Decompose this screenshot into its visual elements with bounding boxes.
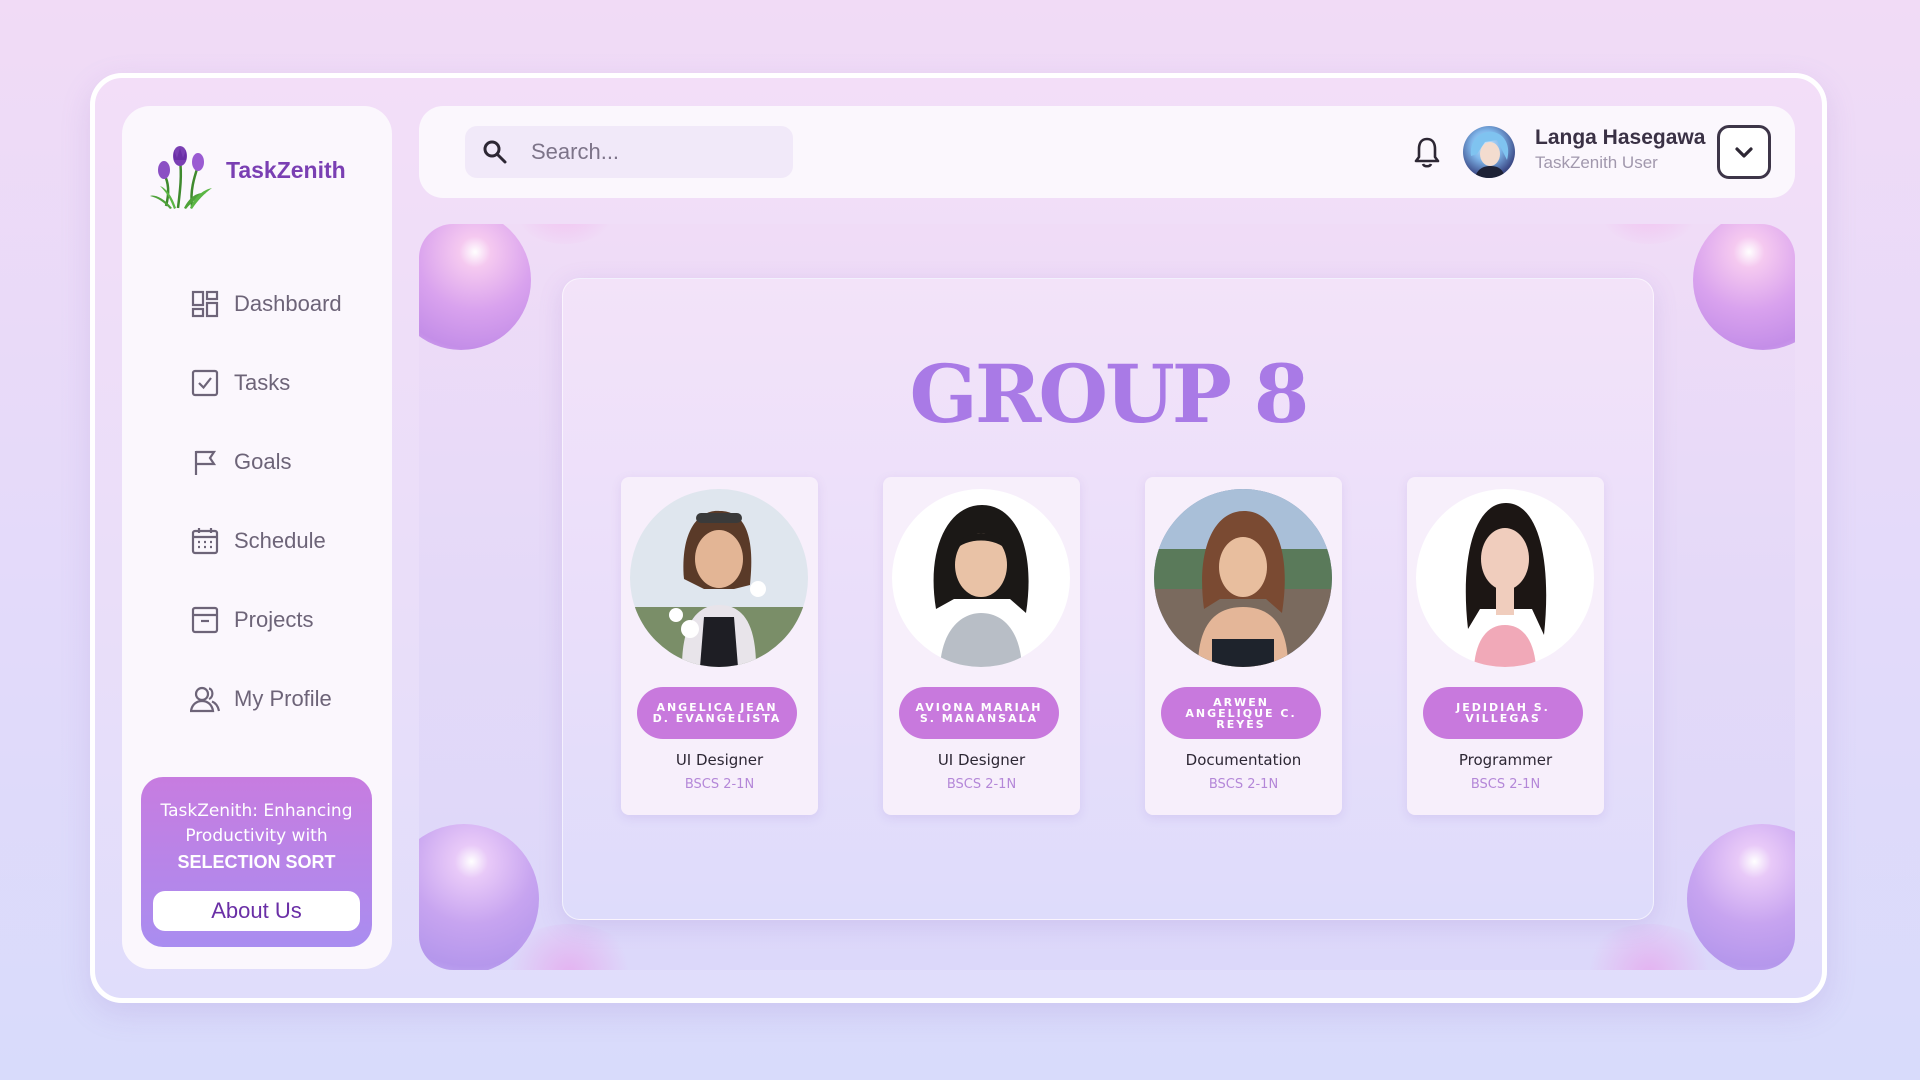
group-panel: GROUP 8 ANGELICA JEAN D. EVANGELISTA UI … (562, 278, 1654, 920)
promo-card: TaskZenith: Enhancing Productivity with … (141, 777, 372, 947)
member-card[interactable]: ANGELICA JEAN D. EVANGELISTA UI Designer… (621, 477, 818, 815)
member-photo-image (1154, 489, 1332, 667)
member-role: UI Designer (937, 751, 1026, 769)
group-title: GROUP 8 (909, 347, 1310, 441)
brand[interactable]: TaskZenith (146, 136, 346, 212)
sidebar-item-dashboard[interactable]: Dashboard (190, 284, 342, 324)
users-icon (190, 686, 220, 713)
member-section: BSCS 2-1N (1208, 777, 1279, 792)
search-icon (483, 140, 507, 164)
flag-icon (194, 450, 217, 475)
member-card[interactable]: JEDIDIAH S. VILLEGAS Programmer BSCS 2-1… (1407, 477, 1604, 815)
member-name-badge[interactable]: ARWEN ANGELIQUE C. REYES (1161, 687, 1321, 739)
promo-text-line-2: Productivity with (185, 826, 328, 846)
sidebar: TaskZenith Dashboard Tasks Goals Schedul… (122, 106, 392, 969)
brand-name: TaskZenith (226, 156, 346, 183)
member-card[interactable]: ARWEN ANGELIQUE C. REYES Documentation B… (1145, 477, 1342, 815)
avatar[interactable] (1463, 126, 1515, 178)
checkbox-icon (191, 369, 219, 397)
member-name-badge[interactable]: AVIONA MARIAH S. MANANSALA (899, 687, 1059, 739)
member-photo (1154, 489, 1332, 667)
member-photo (630, 489, 808, 667)
search-box[interactable] (465, 126, 793, 178)
member-section: BSCS 2-1N (1470, 777, 1541, 792)
sidebar-item-label: Projects (234, 607, 314, 632)
sidebar-item-schedule[interactable]: Schedule (190, 521, 342, 561)
user-menu-button[interactable] (1717, 125, 1771, 179)
sidebar-item-projects[interactable]: Projects (190, 600, 342, 640)
bell-icon[interactable] (1412, 136, 1442, 168)
member-section: BSCS 2-1N (684, 777, 755, 792)
calendar-icon (191, 528, 219, 555)
sidebar-item-label: Dashboard (234, 291, 342, 316)
decorative-bubble (505, 224, 625, 244)
user-role: TaskZenith User (1535, 153, 1658, 172)
member-name-badge[interactable]: JEDIDIAH S. VILLEGAS (1423, 687, 1583, 739)
sidebar-nav: Dashboard Tasks Goals Schedule Projects … (190, 284, 342, 758)
member-photo (892, 489, 1070, 667)
member-name-badge[interactable]: ANGELICA JEAN D. EVANGELISTA (637, 687, 797, 739)
tulip-logo-icon (150, 146, 212, 209)
member-photo-image (1416, 489, 1594, 667)
decorative-bubble (419, 224, 531, 350)
member-card[interactable]: AVIONA MARIAH S. MANANSALA UI Designer B… (883, 477, 1080, 815)
avatar-image (1470, 131, 1509, 178)
sidebar-item-label: Goals (234, 449, 292, 474)
archive-icon (191, 606, 219, 634)
sidebar-item-label: My Profile (234, 686, 332, 711)
user-name: Langa Hasegawa (1535, 126, 1706, 149)
sidebar-item-tasks[interactable]: Tasks (190, 363, 342, 403)
member-role: Programmer (1458, 751, 1553, 769)
dashboard-icon (191, 290, 219, 318)
member-role: Documentation (1185, 751, 1302, 769)
promo-text-line-1: TaskZenith: Enhancing (160, 801, 353, 821)
sidebar-item-my-profile[interactable]: My Profile (190, 679, 342, 719)
chevron-down-icon (1735, 147, 1753, 158)
member-photo-image (892, 489, 1070, 667)
sidebar-item-goals[interactable]: Goals (190, 442, 342, 482)
top-bar: Langa Hasegawa TaskZenith User (419, 106, 1795, 198)
sidebar-item-label: Tasks (234, 370, 291, 395)
member-section: BSCS 2-1N (946, 777, 1017, 792)
decorative-bubble (1589, 224, 1709, 244)
search-input[interactable] (531, 139, 761, 165)
about-us-button[interactable]: About Us (153, 891, 360, 931)
sidebar-item-label: Schedule (234, 528, 326, 553)
member-role: UI Designer (675, 751, 764, 769)
decorative-bubble (1693, 224, 1795, 350)
promo-highlight: SELECTION SORT (177, 852, 336, 872)
member-photo (1416, 489, 1594, 667)
member-photo-image (630, 489, 808, 667)
